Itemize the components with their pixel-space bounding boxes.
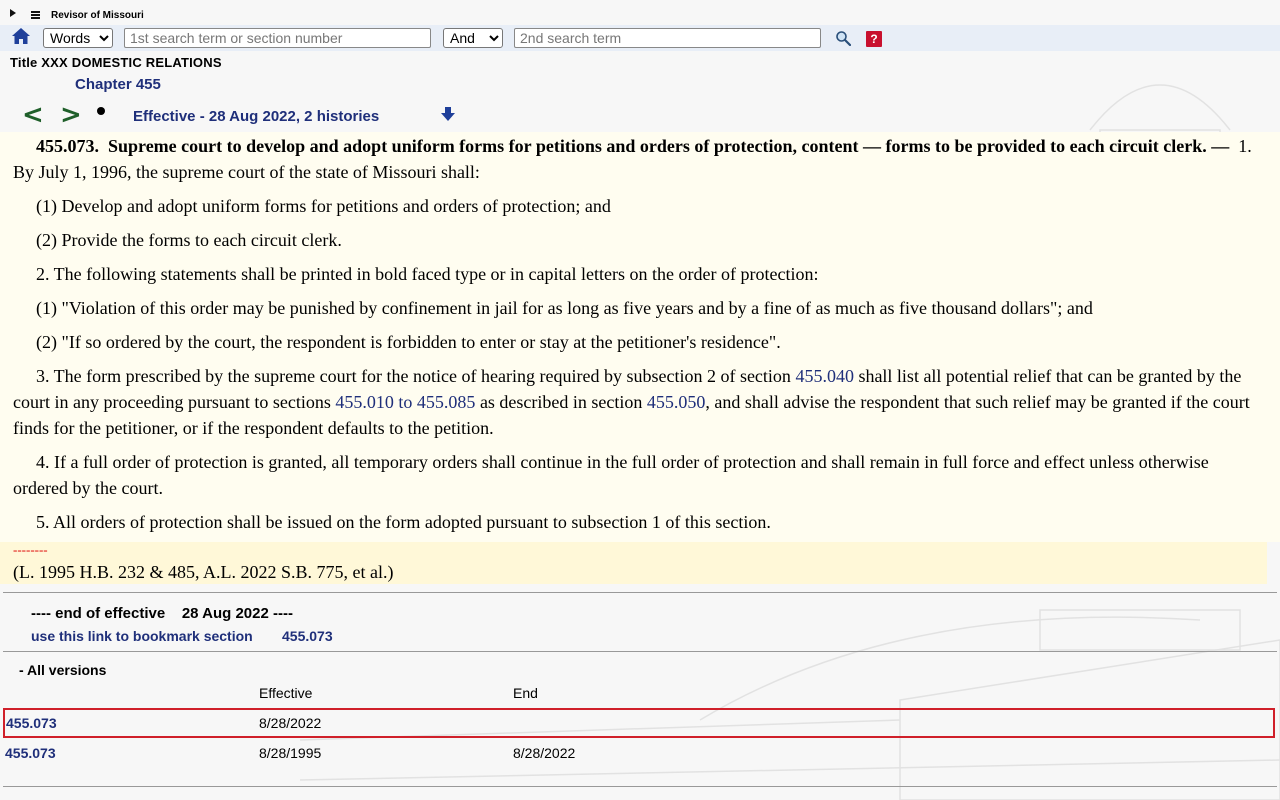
section-link-455-050[interactable]: 455.050 [647,392,706,412]
history-box: -------- (L. 1995 H.B. 232 & 485, A.L. 2… [0,542,1267,584]
paragraph-1-item-1: (1) Develop and adopt uniform forms for … [36,196,611,216]
divider [3,651,1277,652]
section-range-link[interactable]: 455.010 to 455.085 [335,392,475,412]
search-bar: Words And ? [0,25,1280,51]
column-header-end: End [513,685,538,701]
all-versions-toggle[interactable]: - All versions [19,662,106,678]
effective-date-link[interactable]: Effective - 28 Aug 2022, 2 histories [133,108,379,125]
expand-triangle-icon[interactable] [10,9,16,17]
divider [3,592,1277,593]
version-effective-date: 8/28/1995 [259,745,322,761]
paragraph-2: 2. The following statements shall be pri… [36,264,819,284]
version-end-date: 8/28/2022 [513,745,576,761]
search-mode-select[interactable]: Words [43,28,113,48]
help-icon[interactable]: ? [866,31,882,47]
title-heading: Title XXX DOMESTIC RELATIONS [10,55,222,70]
section-content: 455.073. Supreme court to develop and ad… [0,132,1280,542]
top-bar: Revisor of Missouri [0,0,1280,24]
menu-icon[interactable] [31,11,40,20]
divider [3,786,1277,787]
paragraph-4: 4. If a full order of protection is gran… [13,452,1209,498]
search-term2-input[interactable] [514,28,821,48]
chapter-link[interactable]: Chapter 455 [75,76,161,93]
section-heading: Supreme court to develop and adopt unifo… [108,136,1230,156]
history-separator: -------- [13,542,48,557]
version-section-link[interactable]: 455.073 [6,715,57,731]
table-row[interactable]: 455.073 8/28/1995 8/28/2022 [3,738,1275,768]
paragraph-3-text-a: 3. The form prescribed by the supreme co… [36,366,791,386]
end-of-effective: ---- end of effective 28 Aug 2022 ---- [31,605,293,622]
bookmark-section-link[interactable]: 455.073 [282,628,333,644]
paragraph-1-item-2: (2) Provide the forms to each circuit cl… [36,230,342,250]
next-arrow-icon[interactable]: > [60,102,82,128]
version-effective-date: 8/28/2022 [259,715,322,731]
paragraph-2-item-1: (1) "Violation of this order may be puni… [36,298,1093,318]
history-text: (L. 1995 H.B. 232 & 485, A.L. 2022 S.B. … [13,562,394,582]
search-term1-input[interactable] [124,28,431,48]
column-header-effective: Effective [259,685,313,701]
paragraph-5: 5. All orders of protection shall be iss… [36,512,771,532]
search-operator-select[interactable]: And [443,28,503,48]
section-number: 455.073. [36,136,99,156]
site-title: Revisor of Missouri [51,10,144,21]
section-nav: < > Effective - 28 Aug 2022, 2 histories [0,100,1280,132]
paragraph-2-item-2: (2) "If so ordered by the court, the res… [36,332,781,352]
down-arrow-icon[interactable] [440,106,456,122]
search-icon[interactable] [835,30,851,46]
table-row[interactable]: 455.073 8/28/2022 [3,708,1275,738]
paragraph-3: 3. The form prescribed by the supreme co… [13,363,1263,441]
prev-arrow-icon[interactable]: < [22,102,44,128]
section-heading-paragraph: 455.073. Supreme court to develop and ad… [13,133,1263,185]
home-icon[interactable] [11,27,31,45]
paragraph-3-text-c: as described in section [479,392,643,412]
section-link-455-040[interactable]: 455.040 [795,366,854,386]
bookmark-link[interactable]: use this link to bookmark section [31,628,253,644]
version-section-link[interactable]: 455.073 [5,745,56,761]
current-dot-icon [97,107,105,115]
